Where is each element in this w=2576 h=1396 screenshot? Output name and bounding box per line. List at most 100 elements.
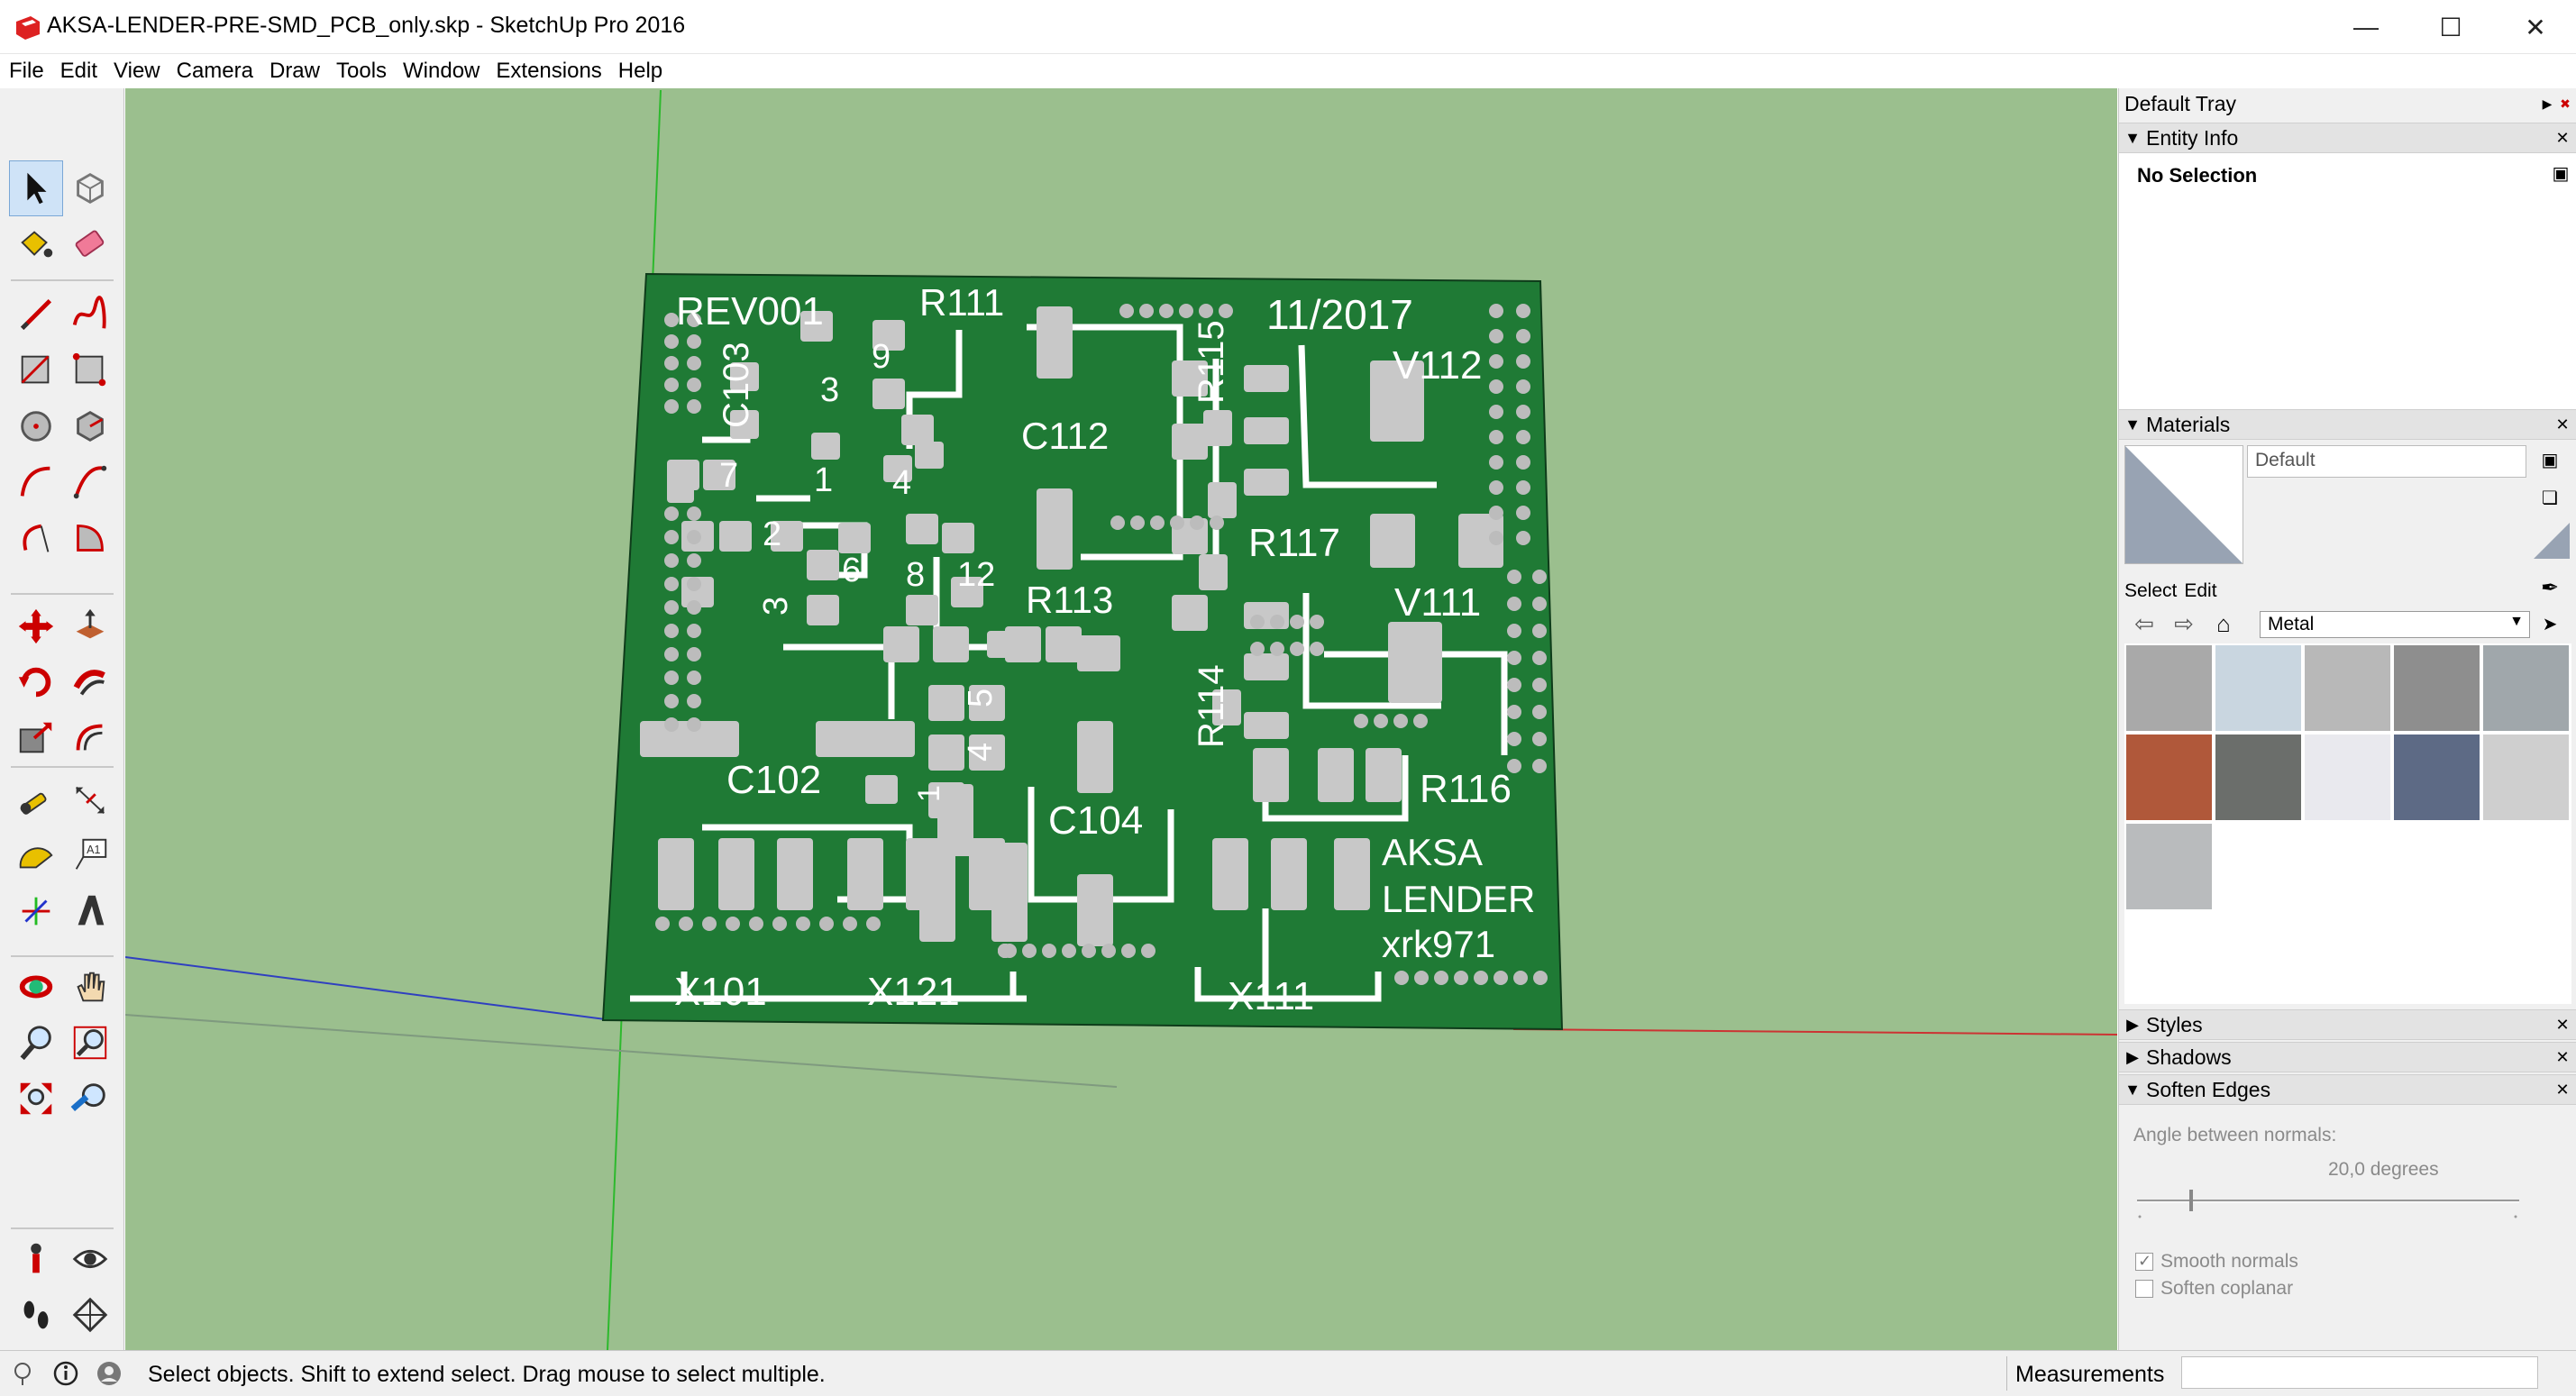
styles-header[interactable]: ▶ Styles ✕ (2119, 1009, 2576, 1040)
material-swatch[interactable] (2394, 734, 2480, 820)
back-arrow-icon[interactable]: ⇦ (2124, 610, 2164, 638)
material-swatch[interactable] (2305, 645, 2390, 731)
materials-header[interactable]: ▼ Materials ✕ (2119, 409, 2576, 440)
via-hole (1042, 944, 1056, 958)
menu-draw[interactable]: Draw (268, 57, 322, 86)
eraser-button[interactable] (63, 216, 117, 272)
create-material-icon[interactable]: ▣ (2539, 447, 2561, 474)
panel-close-icon[interactable]: ✕ (2553, 1016, 2571, 1034)
sample-paint-icon[interactable] (2534, 523, 2570, 559)
forward-arrow-icon[interactable]: ⇨ (2164, 610, 2204, 638)
material-swatch[interactable] (2215, 734, 2301, 820)
menu-help[interactable]: Help (617, 57, 664, 86)
two-point-arc-button[interactable] (63, 454, 117, 510)
material-library-select[interactable]: Metal ▼ (2260, 611, 2530, 638)
shadows-header[interactable]: ▶ Shadows ✕ (2119, 1042, 2576, 1072)
zoom-extents-button[interactable] (9, 1071, 63, 1127)
minimize-button[interactable]: — (2324, 0, 2408, 54)
move-button[interactable] (9, 598, 63, 654)
geo-location-icon[interactable] (9, 1360, 36, 1387)
protractor-button[interactable] (9, 827, 63, 883)
pie-button[interactable] (63, 510, 117, 566)
material-swatch[interactable] (2394, 645, 2480, 731)
menu-view[interactable]: View (112, 57, 162, 86)
display-secondary-pane-icon[interactable]: ❏ (2539, 485, 2561, 512)
dimension-button[interactable] (63, 771, 117, 827)
angle-slider[interactable] (2137, 1190, 2525, 1226)
tape-measure-button[interactable] (9, 771, 63, 827)
material-name-field[interactable]: Default (2247, 445, 2526, 478)
offset-button[interactable] (63, 710, 117, 766)
smooth-normals-checkbox[interactable]: ✓ (2135, 1252, 2153, 1271)
material-swatch[interactable] (2126, 734, 2212, 820)
material-swatch[interactable] (2126, 645, 2212, 731)
zoom-window-button[interactable] (63, 1015, 117, 1071)
circle-button[interactable] (9, 398, 63, 454)
maximize-button[interactable]: ☐ (2408, 0, 2493, 54)
menu-camera[interactable]: Camera (175, 57, 255, 86)
toggle-details-icon[interactable]: ▣ (2550, 160, 2571, 187)
3d-text-button[interactable] (63, 883, 117, 939)
pcb-board[interactable]: REV001 R111 11/2017C103 93 R115 V1127 1 4C11226… (601, 272, 1564, 1031)
user-account-icon[interactable] (96, 1360, 123, 1387)
via-hole (1393, 714, 1408, 728)
orbit-button[interactable] (9, 959, 63, 1015)
walk-button[interactable] (9, 1287, 63, 1343)
menu-edit[interactable]: Edit (59, 57, 99, 86)
tab-edit[interactable]: Edit (2184, 580, 2224, 601)
text-button[interactable]: A1 (63, 827, 117, 883)
position-camera-button[interactable] (9, 1231, 63, 1287)
panel-close-icon[interactable]: ✕ (2553, 129, 2571, 147)
menu-extensions[interactable]: Extensions (494, 57, 603, 86)
scale-button[interactable] (9, 710, 63, 766)
menu-tools[interactable]: Tools (334, 57, 388, 86)
paint-bucket-button[interactable] (9, 216, 63, 272)
soften-coplanar-checkbox[interactable] (2135, 1280, 2153, 1298)
via-hole (1489, 304, 1503, 318)
push-pull-button[interactable] (63, 598, 117, 654)
close-button[interactable]: ✕ (2493, 0, 2576, 54)
follow-me-button[interactable] (63, 654, 117, 710)
zoom-button[interactable] (9, 1015, 63, 1071)
eyedropper-icon[interactable]: ✒ (2539, 575, 2561, 602)
select-tool-button[interactable] (9, 160, 63, 216)
home-icon[interactable]: ⌂ (2204, 610, 2243, 638)
default-tray: Default Tray ▶ ✖ ▼ Entity Info ✕ No Sele… (2118, 88, 2576, 1350)
material-swatch[interactable] (2483, 734, 2569, 820)
menu-file[interactable]: File (7, 57, 46, 86)
details-arrow-icon[interactable]: ➤ (2539, 611, 2561, 638)
arc-button[interactable] (9, 454, 63, 510)
polygon-button[interactable] (63, 398, 117, 454)
rotated-rectangle-button[interactable] (63, 342, 117, 398)
section-plane-button[interactable] (63, 1287, 117, 1343)
menu-window[interactable]: Window (401, 57, 481, 86)
material-swatch[interactable] (2305, 734, 2390, 820)
info-icon[interactable] (52, 1360, 79, 1387)
three-point-arc-button[interactable] (9, 510, 63, 566)
measurements-input[interactable] (2181, 1356, 2538, 1389)
material-swatch[interactable] (2126, 824, 2212, 909)
entity-info-header[interactable]: ▼ Entity Info ✕ (2119, 123, 2576, 153)
rotate-button[interactable] (9, 654, 63, 710)
make-component-button[interactable] (63, 160, 117, 216)
material-swatch[interactable] (2215, 645, 2301, 731)
material-swatch[interactable] (2483, 645, 2569, 731)
axes-button[interactable] (9, 883, 63, 939)
model-viewport[interactable]: REV001 R111 11/2017 C103 9 3 R115 V112 7 1 4 C112 2 6… (125, 88, 2117, 1350)
rectangle-button[interactable] (9, 342, 63, 398)
via-hole (796, 917, 810, 931)
panel-close-icon[interactable]: ✕ (2553, 1081, 2571, 1099)
slider-thumb[interactable] (2189, 1190, 2193, 1211)
via-hole (687, 506, 701, 521)
pan-button[interactable] (63, 959, 117, 1015)
soften-edges-header[interactable]: ▼ Soften Edges ✕ (2119, 1074, 2576, 1105)
panel-close-icon[interactable]: ✕ (2553, 1048, 2571, 1066)
tab-select[interactable]: Select (2124, 580, 2184, 601)
previous-view-button[interactable] (63, 1071, 117, 1127)
line-tool-button[interactable] (9, 287, 63, 342)
panel-close-icon[interactable]: ✕ (2553, 415, 2571, 433)
freehand-button[interactable] (63, 287, 117, 342)
tray-close-icon[interactable]: ✖ (2554, 90, 2576, 117)
look-around-button[interactable] (63, 1231, 117, 1287)
via-hole (1159, 304, 1174, 318)
